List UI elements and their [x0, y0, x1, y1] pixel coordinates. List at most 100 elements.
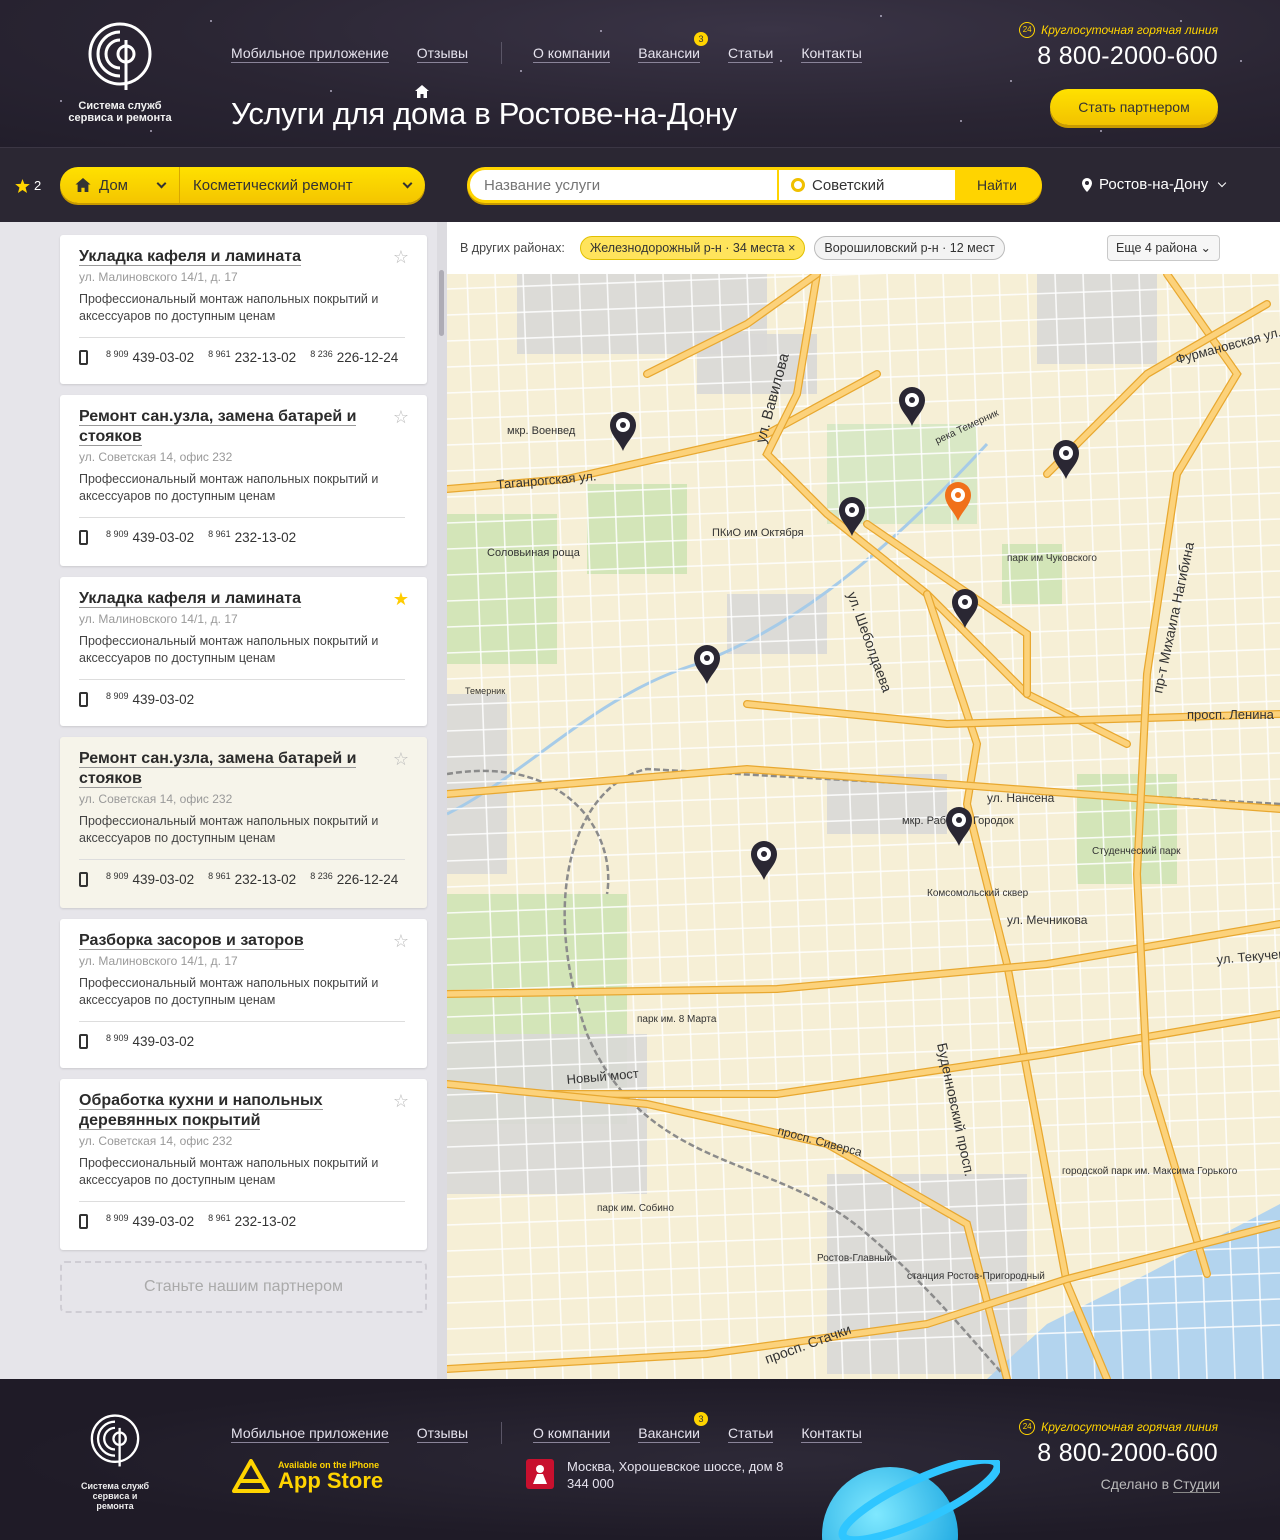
- map-marker-dot: [620, 422, 626, 428]
- phone-number[interactable]: 8 909 439-03-02: [106, 871, 194, 887]
- become-partner-link[interactable]: Станьте нашим партнером: [60, 1261, 427, 1313]
- star-decoration: [210, 20, 212, 22]
- map-marker-dot: [955, 492, 961, 498]
- star-decoration: [330, 90, 332, 92]
- district-chip[interactable]: Железнодорожный р-н · 34 места ×: [579, 236, 806, 260]
- phone-number[interactable]: 8 909 439-03-02: [106, 691, 194, 707]
- city-value: Ростов-на-Дону: [1099, 176, 1209, 193]
- phone-number[interactable]: 8 961 232-13-02: [208, 871, 296, 887]
- nav-vacancies[interactable]: Вакансии 3: [638, 31, 708, 63]
- star-decoration: [1240, 60, 1242, 62]
- listing-card[interactable]: Укладка кафеля и ламината ☆ ул. Малиновско…: [60, 235, 427, 384]
- planet-illustration: [822, 1460, 1000, 1540]
- phone-number[interactable]: 8 961 232-13-02: [208, 1213, 296, 1229]
- category-dropdown[interactable]: Дом: [60, 167, 180, 203]
- footer-logo[interactable]: Система служб сервиса и ремонта: [75, 1414, 155, 1511]
- category-value: Дом: [99, 176, 128, 194]
- phone-number[interactable]: 8 236 226-12-24: [310, 349, 398, 365]
- footer-nav-vacancies[interactable]: Вакансии 3: [638, 1411, 708, 1443]
- footer-nav-articles[interactable]: Статьи: [727, 1424, 774, 1443]
- filter-bar: 2 Дом Косметический ремонт Советский Най…: [0, 147, 1280, 222]
- favorite-star-icon[interactable]: ☆: [393, 749, 409, 770]
- service-search-input[interactable]: [470, 170, 777, 200]
- map-label: станция Ростов-Пригородный: [907, 1271, 1045, 1282]
- listing-title[interactable]: Ремонт сан.узла, замена батарей и стояко…: [79, 749, 369, 789]
- scrollbar-track[interactable]: [437, 222, 447, 1379]
- close-icon[interactable]: ×: [788, 241, 795, 255]
- listing-description: Профессиональный монтаж напольных покрыт…: [79, 814, 379, 845]
- listing-title[interactable]: Укладка кафеля и ламината: [79, 247, 369, 267]
- district-selector[interactable]: Советский: [779, 170, 955, 200]
- nav-mobile-app[interactable]: Мобильное приложение: [231, 44, 389, 63]
- district-value: Советский: [812, 176, 885, 194]
- more-districts-button[interactable]: Еще 4 района ⌄: [1107, 235, 1220, 261]
- footer-nav-mobile-app[interactable]: Мобильное приложение: [231, 1424, 389, 1443]
- map-label: Соловьиная роща: [487, 547, 581, 559]
- map-pin-icon: [1082, 177, 1092, 192]
- map-canvas[interactable]: Таганрогская ул.ул. Вавиловаул. Шеболдае…: [447, 274, 1280, 1379]
- map[interactable]: В других районах: Железнодорожный р-н · …: [447, 222, 1280, 1379]
- star-icon: [15, 178, 30, 193]
- favorites-counter[interactable]: 2: [15, 178, 41, 193]
- hotline-phone[interactable]: 8 800-2000-600: [1019, 1439, 1218, 1468]
- listing-card[interactable]: Ремонт сан.узла, замена батарей и стояко…: [60, 737, 427, 908]
- listing-description: Профессиональный монтаж напольных покрыт…: [79, 976, 379, 1007]
- logo[interactable]: Система служб сервиса и ремонта: [58, 22, 182, 124]
- footer-nav-contacts[interactable]: Контакты: [801, 1424, 862, 1443]
- nav-articles[interactable]: Статьи: [727, 44, 774, 63]
- listing-card[interactable]: Разборка засоров и заторов ☆ ул. Малиновск…: [60, 919, 427, 1068]
- clock-24-icon: 24: [1019, 22, 1036, 38]
- become-partner-button[interactable]: Стать партнером: [1050, 89, 1218, 125]
- listing-card[interactable]: Обработка кухни и напольных деревянных п…: [60, 1079, 427, 1250]
- nav-reviews[interactable]: Отзывы: [416, 44, 469, 63]
- search-bar: Советский Найти: [467, 167, 1042, 203]
- phone-number[interactable]: 8 909 439-03-02: [106, 1033, 194, 1049]
- favorites-count: 2: [34, 178, 42, 193]
- site-footer: Система служб сервиса и ремонта Мобильно…: [0, 1379, 1280, 1540]
- favorite-star-icon[interactable]: ☆: [393, 247, 409, 268]
- city-selector[interactable]: Ростов-на-Дону: [1082, 176, 1227, 193]
- scrollbar-thumb[interactable]: [439, 270, 444, 336]
- phone-number[interactable]: 8 961 232-13-02: [208, 349, 296, 365]
- listing-card[interactable]: Укладка кафеля и ламината ★ ул. Малиновско…: [60, 577, 427, 726]
- map-label: мкр. Военвед: [507, 425, 576, 437]
- phone-number[interactable]: 8 909 439-03-02: [106, 529, 194, 545]
- other-districts-bar: В других районах: Железнодорожный р-н · …: [447, 222, 1280, 274]
- phone-number[interactable]: 8 909 439-03-02: [106, 1213, 194, 1229]
- listing-description: Профессиональный монтаж напольных покрыт…: [79, 1156, 379, 1187]
- app-store-badge[interactable]: Available on the iPhone App Store: [232, 1459, 383, 1493]
- phone-number[interactable]: 8 909 439-03-02: [106, 349, 194, 365]
- star-decoration: [880, 15, 882, 17]
- nav-divider: [501, 1422, 503, 1444]
- district-chip[interactable]: Ворошиловский р-н · 12 мест: [814, 236, 1005, 260]
- favorite-star-icon[interactable]: ★: [393, 589, 409, 610]
- listing-card[interactable]: Ремонт сан.узла, замена батарей и стояко…: [60, 395, 427, 566]
- phone-number[interactable]: 8 961 232-13-02: [208, 529, 296, 545]
- footer-nav-about[interactable]: О компании: [533, 1424, 611, 1443]
- clock-24-icon: 24: [1019, 1419, 1036, 1435]
- footer-hotline: 24 Круглосуточная горячая линия 8 800-200…: [1019, 1419, 1218, 1468]
- nav-contacts[interactable]: Контакты: [801, 44, 862, 63]
- subcategory-value: Косметический ремонт: [193, 176, 353, 194]
- footer-nav-reviews[interactable]: Отзывы: [416, 1424, 469, 1443]
- map-zone: [1077, 774, 1177, 884]
- listing-title[interactable]: Ремонт сан.узла, замена батарей и стояко…: [79, 407, 369, 447]
- hotline-phone[interactable]: 8 800-2000-600: [1019, 42, 1218, 71]
- phone-number[interactable]: 8 236 226-12-24: [310, 871, 398, 887]
- map-label: парк им. Собино: [597, 1202, 674, 1214]
- listing-title[interactable]: Разборка засоров и заторов: [79, 931, 369, 951]
- map-label: парк им Чуковского: [1007, 553, 1097, 564]
- listing-title[interactable]: Укладка кафеля и ламината: [79, 589, 369, 609]
- map-label: просп. Ленина: [1187, 707, 1275, 722]
- map-label: ул. Нансена: [987, 791, 1055, 805]
- favorite-star-icon[interactable]: ☆: [393, 407, 409, 428]
- listing-title[interactable]: Обработка кухни и напольных деревянных п…: [79, 1091, 369, 1131]
- listing-description: Профессиональный монтаж напольных покрыт…: [79, 634, 379, 665]
- favorite-star-icon[interactable]: ☆: [393, 1091, 409, 1112]
- nav-about[interactable]: О компании: [533, 44, 611, 63]
- favorite-star-icon[interactable]: ☆: [393, 931, 409, 952]
- subcategory-dropdown[interactable]: Косметический ремонт: [180, 167, 425, 203]
- studio-credit[interactable]: Сделано в Студии: [1101, 1476, 1220, 1493]
- search-button[interactable]: Найти: [955, 170, 1039, 200]
- map-label: ул. Мечникова: [1007, 913, 1088, 927]
